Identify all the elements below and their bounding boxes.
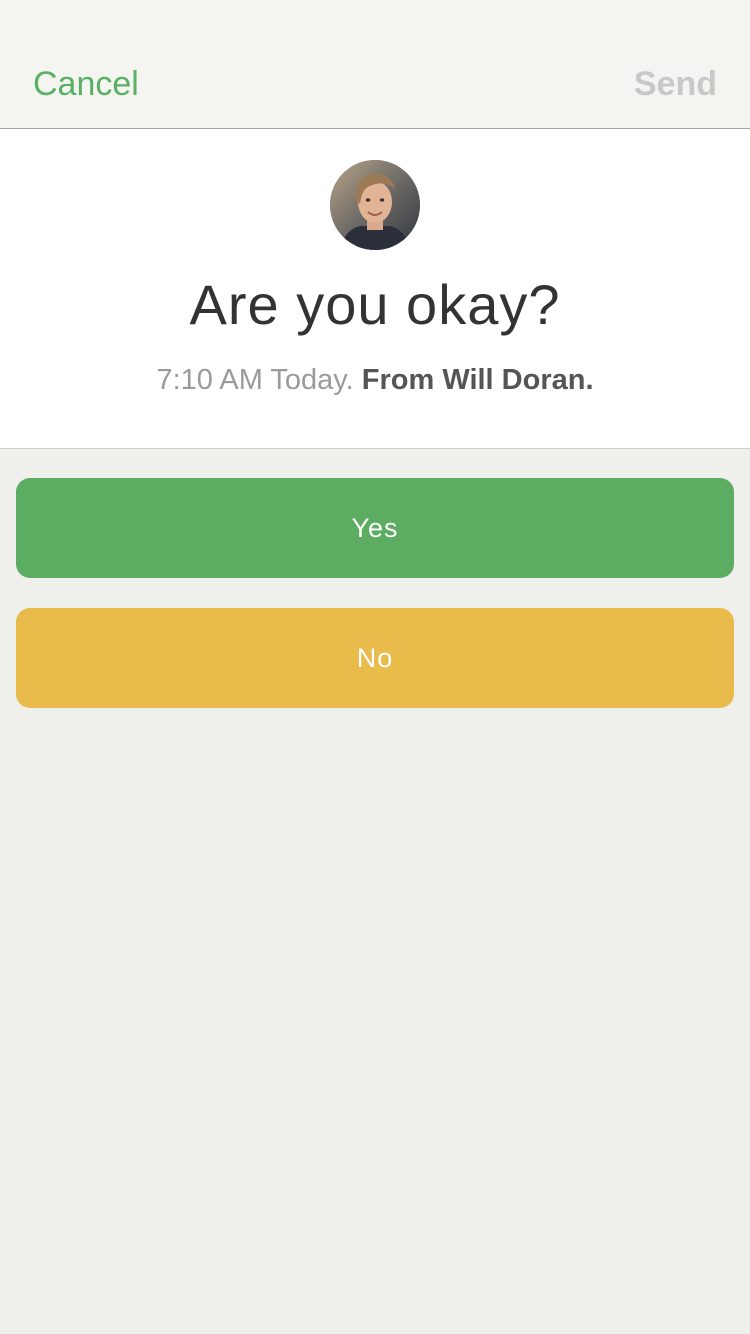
cancel-button[interactable]: Cancel <box>33 62 139 106</box>
yes-button[interactable]: Yes <box>16 478 734 578</box>
sender-name: From Will Doran. <box>361 364 594 396</box>
question-meta: 7:10 AM Today. From Will Doran. <box>0 361 750 399</box>
question-header: Are you okay? 7:10 AM Today. From Will D… <box>0 129 750 449</box>
timestamp: 7:10 AM Today. <box>156 364 354 396</box>
no-button[interactable]: No <box>16 608 734 708</box>
question-title: Are you okay? <box>189 273 561 336</box>
navigation-bar: Cancel Send <box>0 0 750 129</box>
avatar <box>330 160 420 250</box>
send-button[interactable]: Send <box>634 62 717 106</box>
person-avatar-icon <box>330 160 420 250</box>
